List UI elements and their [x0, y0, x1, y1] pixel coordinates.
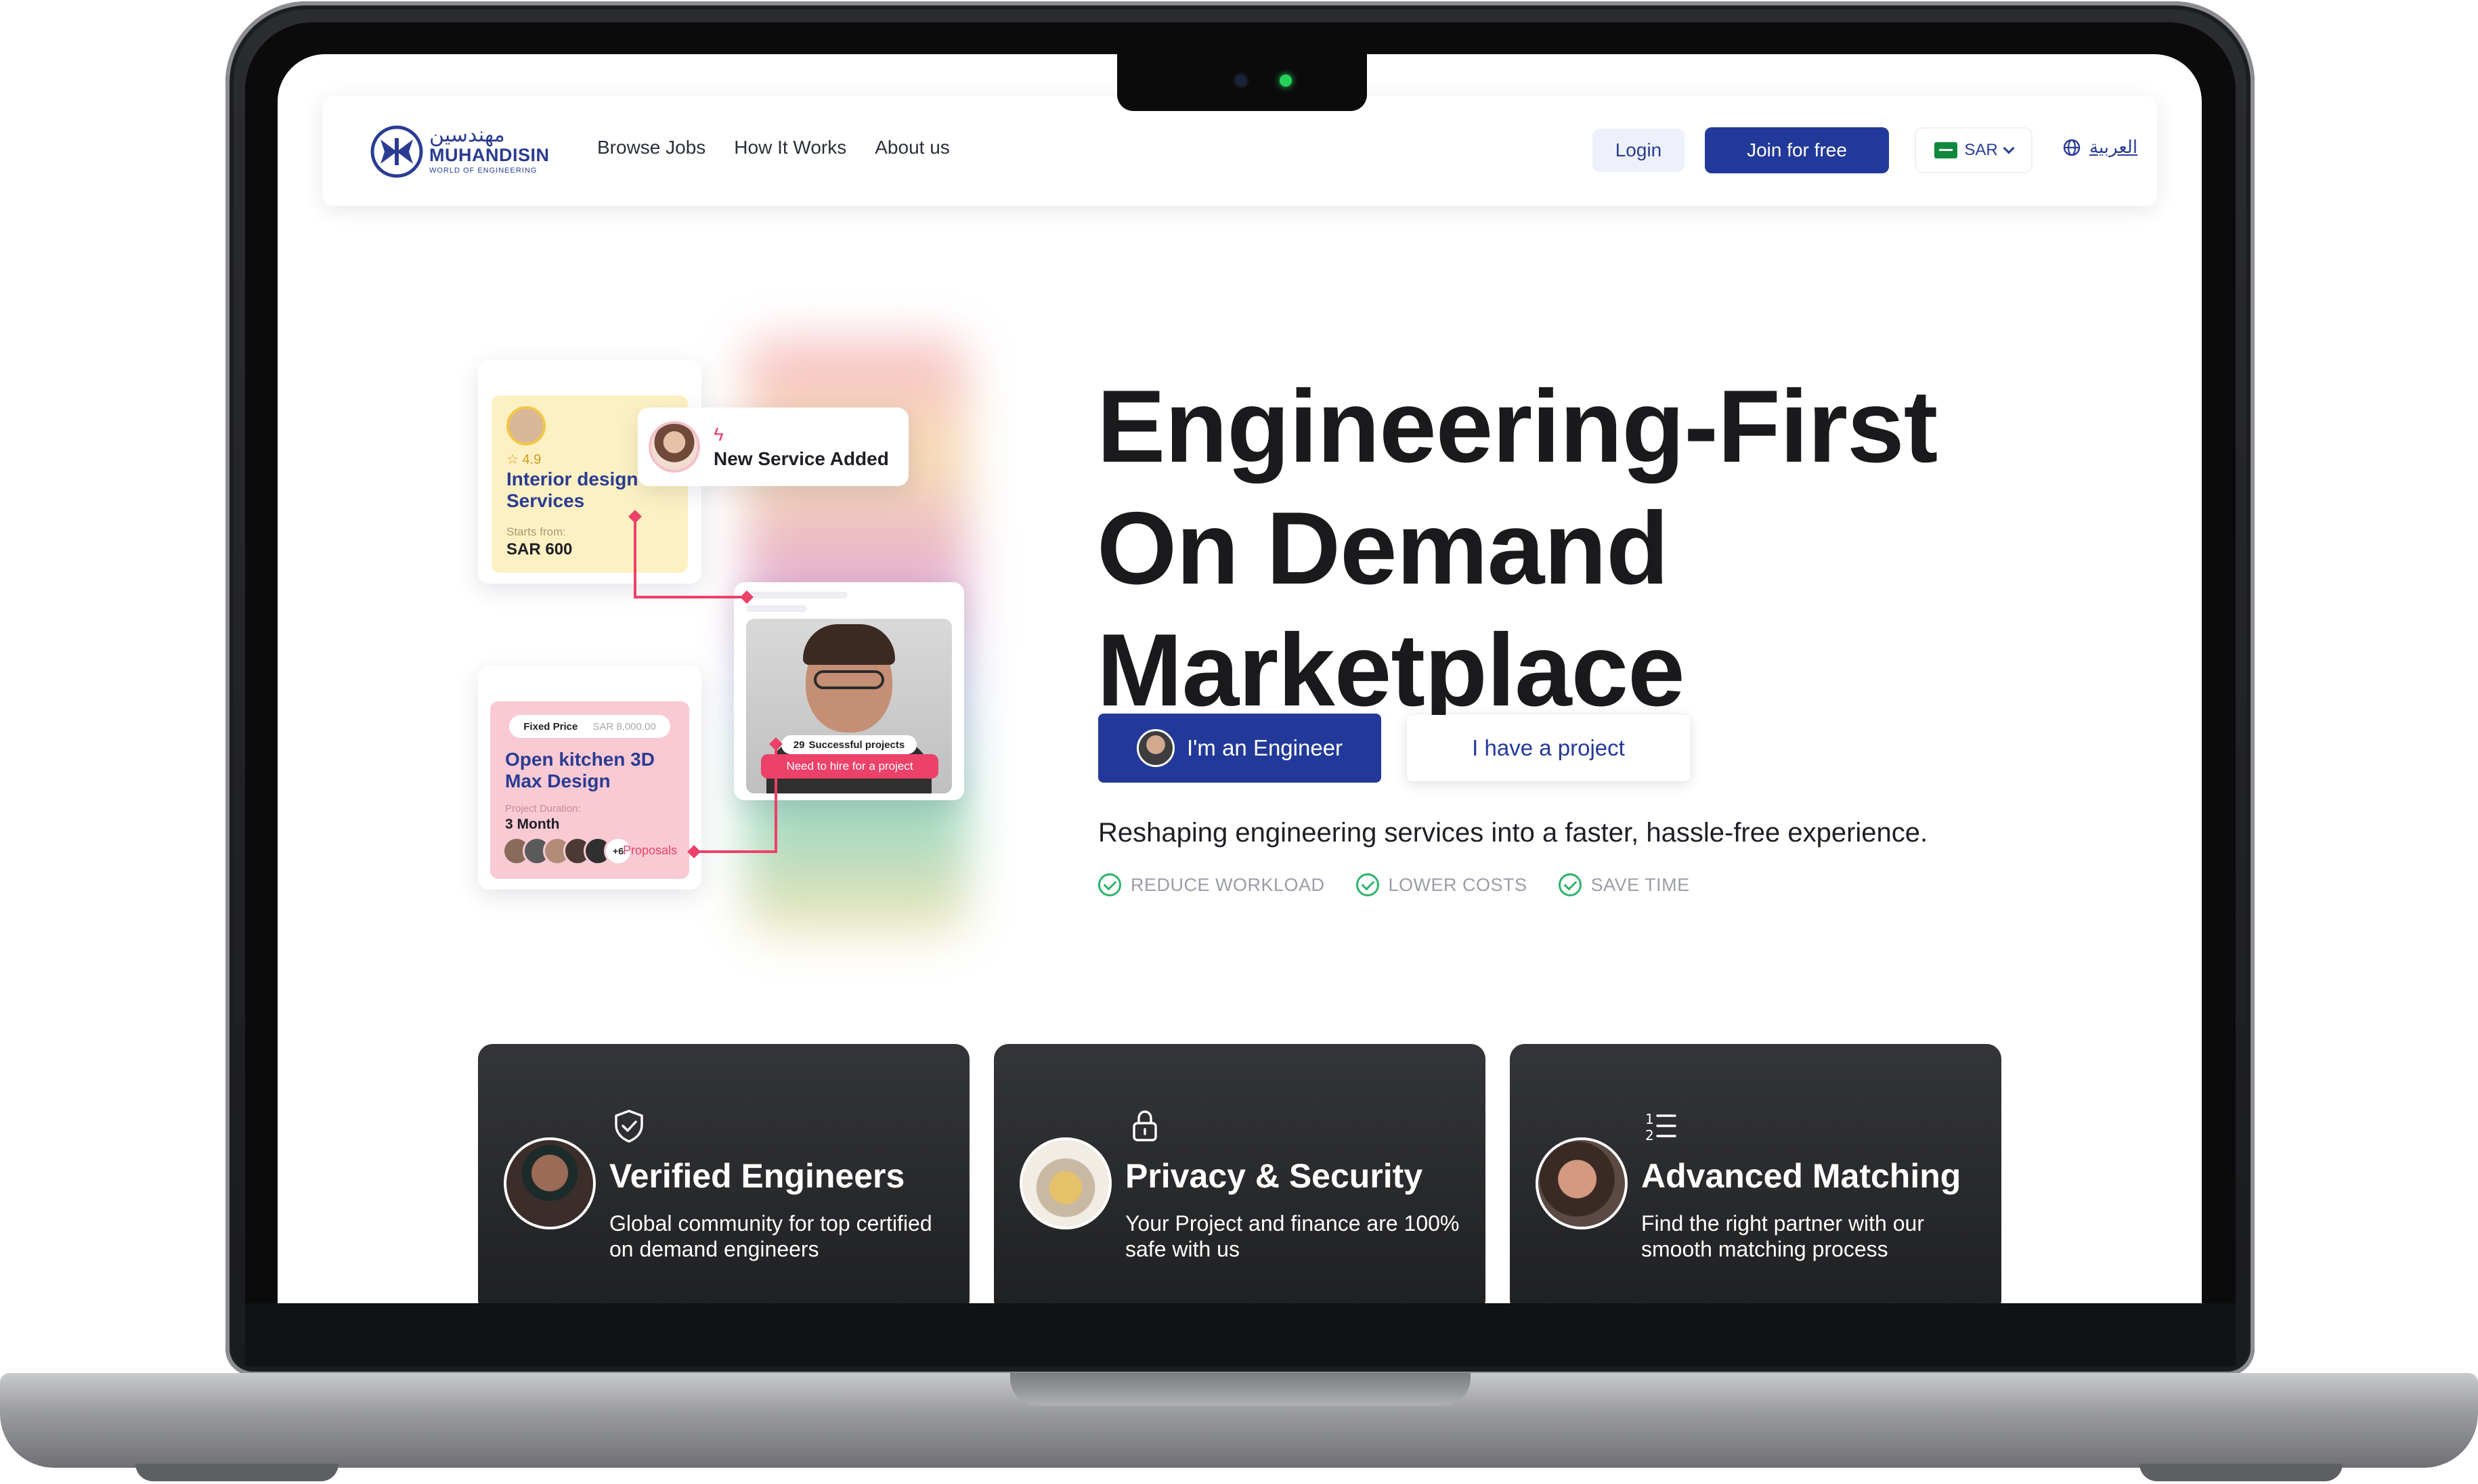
hire-chip: Need to hire for a project: [761, 754, 938, 779]
laptop-foot-left: [135, 1464, 339, 1481]
benefit-label: SAVE TIME: [1590, 874, 1690, 895]
feature-description: Global community for top certified on de…: [609, 1211, 932, 1261]
check-circle-icon: [1355, 873, 1379, 896]
feature-description: Find the right partner with our smooth m…: [1641, 1211, 1924, 1261]
duration-label: Project Duration:: [505, 803, 581, 814]
feature-card-privacy[interactable]: Privacy & Security Your Project and fina…: [994, 1044, 1485, 1303]
feature-card-matching[interactable]: 1 2 Advanced Matching Find the right par…: [1510, 1044, 2001, 1303]
projects-chip: 29 Successful projects: [781, 735, 917, 754]
project-button[interactable]: I have a project: [1407, 715, 1690, 781]
benefit-item: LOWER COSTS: [1355, 873, 1527, 896]
rating-value: 4.9: [522, 452, 542, 467]
pricing-pill: Fixed Price SAR 8,000.00: [509, 715, 670, 738]
benefit-label: REDUCE WORKLOAD: [1131, 874, 1325, 895]
logo-name: MUHANDISIN: [429, 145, 550, 165]
starts-from-label: Starts from:: [506, 525, 566, 538]
nav-links: Browse Jobs How It Works About us: [597, 137, 950, 158]
currency-selector[interactable]: SAR: [1916, 129, 2031, 172]
svg-text:1: 1: [1645, 1111, 1654, 1127]
logo[interactable]: مهندسين MUHANDISIN WORLD OF ENGINEERING: [370, 123, 549, 180]
feature-title: Advanced Matching: [1641, 1157, 1961, 1195]
nav-link-browse-jobs[interactable]: Browse Jobs: [597, 137, 705, 158]
connector-line: [775, 745, 777, 853]
logo-arabic-text: مهندسين: [429, 123, 505, 147]
lightning-icon: ϟ: [714, 424, 724, 445]
placeholder-line: [746, 605, 807, 612]
photo-hair: [803, 624, 895, 665]
project-card-body: Fixed Price SAR 8,000.00 Open kitchen 3D…: [490, 701, 689, 879]
duration-value: 3 Month: [505, 816, 560, 832]
navbar: مهندسين MUHANDISIN WORLD OF ENGINEERING …: [322, 96, 2157, 206]
saudi-flag-icon: [1934, 142, 1958, 158]
feature-title: Verified Engineers: [609, 1157, 905, 1195]
project-price: SAR 8,000.00: [592, 720, 656, 733]
project-title: Open kitchen 3D Max Design: [505, 749, 655, 792]
avatar: [649, 421, 700, 473]
currency-label: SAR: [1964, 141, 1998, 159]
avatar: [504, 1137, 596, 1229]
hero-title-line: Engineering-First: [1097, 369, 1938, 484]
join-button[interactable]: Join for free: [1705, 127, 1889, 173]
feature-title: Privacy & Security: [1125, 1157, 1423, 1195]
star-icon: ☆: [506, 452, 519, 467]
notification-text: New Service Added: [714, 448, 889, 469]
logo-mark-icon: [370, 125, 423, 178]
check-circle-icon: [1098, 873, 1121, 896]
proposal-avatars: +6: [502, 837, 632, 865]
feature-description: Your Project and finance are 100% safe w…: [1125, 1211, 1460, 1261]
projects-label: Successful projects: [808, 739, 905, 751]
engineer-button-label: I'm an Engineer: [1186, 735, 1343, 760]
connector-line: [693, 850, 777, 853]
screen-bottom-bezel: [245, 1303, 2236, 1366]
project-card[interactable]: Fixed Price SAR 8,000.00 Open kitchen 3D…: [478, 666, 701, 890]
benefit-item: REDUCE WORKLOAD: [1098, 873, 1325, 896]
shield-check-icon: [615, 1110, 643, 1143]
photo-glasses: [814, 670, 884, 689]
rating: ☆ 4.9: [506, 451, 541, 468]
hero-title-line: Marketplace: [1097, 613, 1685, 728]
placeholder-line: [746, 592, 848, 598]
nav-link-about-us[interactable]: About us: [875, 137, 950, 158]
svg-text:2: 2: [1645, 1127, 1654, 1143]
numbered-list-icon: 1 2: [1645, 1111, 1676, 1143]
connector-line: [634, 517, 636, 598]
globe-icon: [2063, 139, 2081, 156]
avatar: [1536, 1137, 1628, 1229]
avatar: [1136, 729, 1175, 767]
language-label: العربية: [2089, 137, 2138, 157]
benefit-list: REDUCE WORKLOAD LOWER COSTS SAVE TIME: [1098, 873, 1690, 896]
camera-indicator: [1280, 74, 1292, 87]
notification-card: ϟ New Service Added: [638, 408, 909, 486]
benefit-label: LOWER COSTS: [1388, 874, 1527, 895]
lock-icon: [1133, 1110, 1157, 1141]
nav-link-how-it-works[interactable]: How It Works: [734, 137, 846, 158]
check-circle-icon: [1558, 873, 1582, 896]
profile-card[interactable]: 29 Successful projects Need to hire for …: [734, 582, 964, 800]
proposals-label: Proposals: [623, 844, 678, 857]
feature-card-verified[interactable]: Verified Engineers Global community for …: [478, 1044, 970, 1303]
hero-tagline: Reshaping engineering services into a fa…: [1098, 818, 1928, 848]
connector-line: [634, 596, 747, 598]
laptop-hinge: [1010, 1373, 1471, 1405]
chevron-down-icon: [2003, 142, 2015, 154]
laptop-foot-right: [2139, 1464, 2343, 1481]
login-button[interactable]: Login: [1592, 129, 1684, 172]
pricing-type: Fixed Price: [523, 720, 578, 733]
avatar: [506, 406, 546, 445]
language-switch[interactable]: العربية: [2062, 137, 2137, 158]
hero-title-line: On Demand: [1097, 491, 1669, 606]
hero-title: Engineering-First On Demand Marketplace: [1097, 366, 1938, 731]
avatar: [1020, 1137, 1112, 1229]
benefit-item: SAVE TIME: [1558, 873, 1690, 896]
logo-tagline: WORLD OF ENGINEERING: [429, 167, 538, 175]
screen: مهندسين MUHANDISIN WORLD OF ENGINEERING …: [278, 54, 2202, 1303]
service-price: SAR 600: [506, 540, 573, 559]
projects-count: 29: [793, 739, 805, 751]
camera-lens: [1235, 74, 1247, 87]
engineer-button[interactable]: I'm an Engineer: [1098, 714, 1381, 783]
